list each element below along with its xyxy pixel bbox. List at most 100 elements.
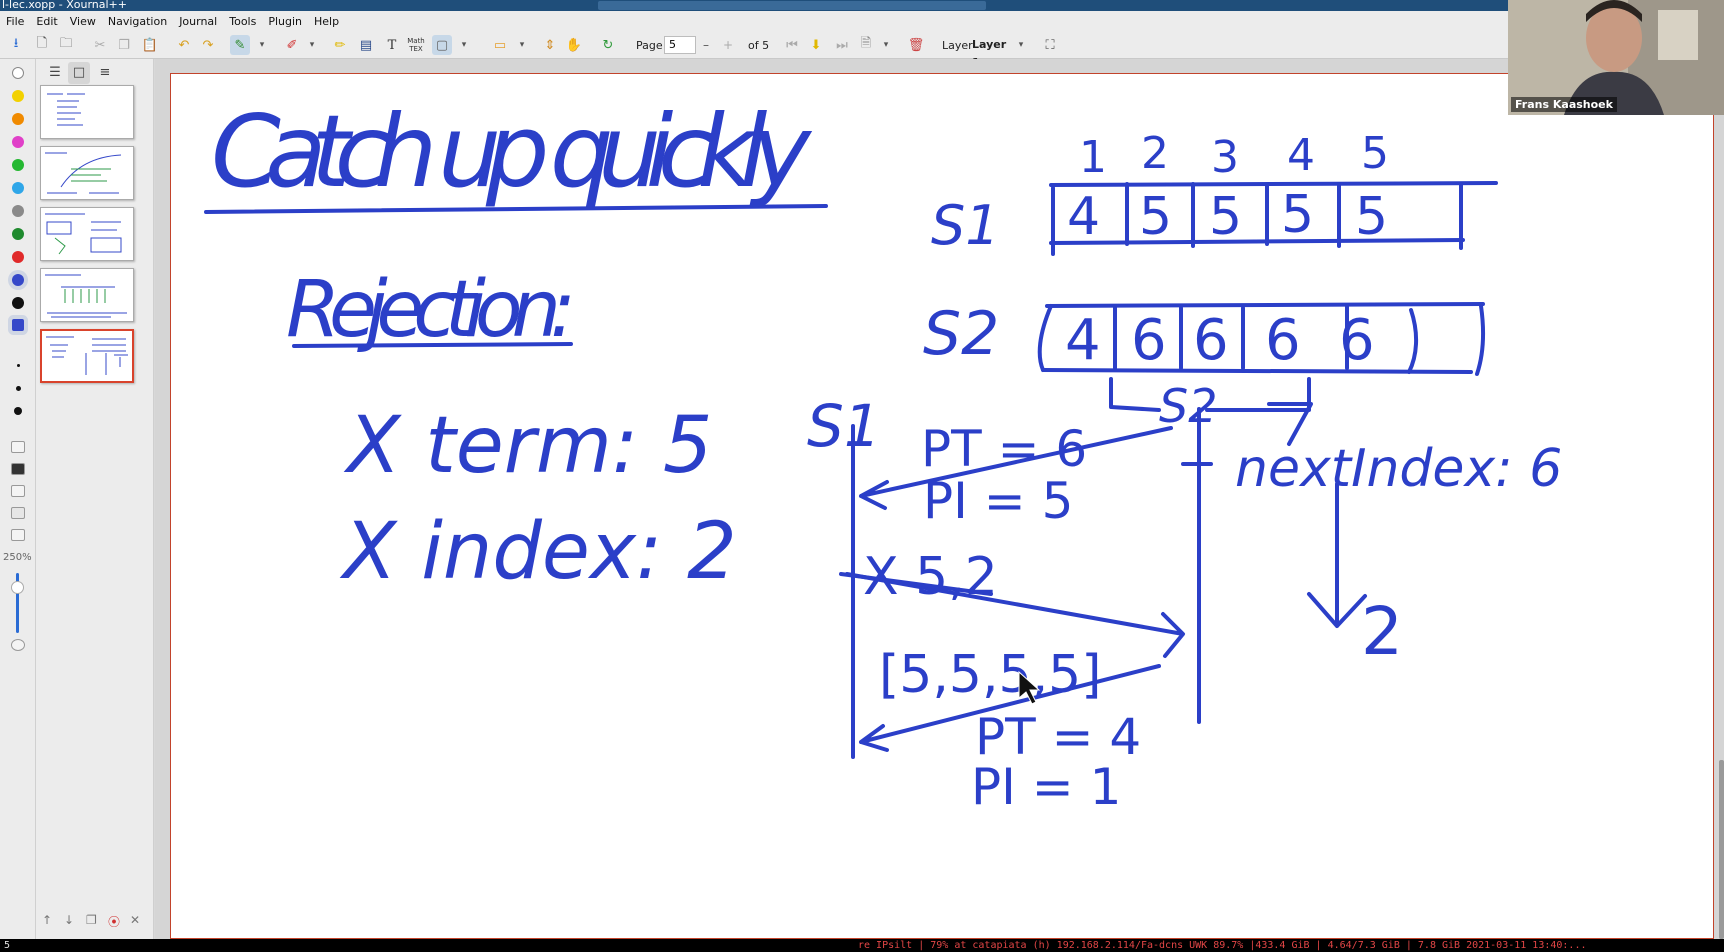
color-white-icon[interactable] [12,67,24,79]
page-decrement-button[interactable]: – [696,36,716,54]
menu-view[interactable]: View [70,15,96,28]
undo-icon[interactable]: ↶ [174,35,194,55]
s2-label: S2 [923,299,999,369]
zoom-fit-icon[interactable] [11,485,25,497]
page-increment-button[interactable]: + [718,36,738,54]
tab-layers-icon[interactable]: ≡ [94,62,116,84]
column-number-1: 1 [1079,132,1107,183]
shape-dropdown-icon[interactable]: ▾ [458,35,470,55]
select-rect-icon[interactable]: ▭ [490,35,510,55]
vertical-scrollbar[interactable] [1719,760,1724,939]
document-canvas[interactable]: Catch up quickly Rejection: X term: 5 X … [155,59,1724,939]
layer-selector[interactable]: Layer 1 [972,36,1006,69]
zoom-slider-knob[interactable] [11,581,24,594]
eraser-icon[interactable]: ✐ [282,35,302,55]
layer-dropdown-icon[interactable]: ▾ [1014,35,1028,55]
s1-entry-5: 5 [1355,187,1388,247]
sidebar-view-tabs: ☰ □ ≡ [42,62,142,86]
menu-plugin[interactable]: Plugin [268,15,302,28]
menu-navigation[interactable]: Navigation [108,15,167,28]
copy-page-icon[interactable]: ❐ [86,913,97,927]
page-thumbnail-2[interactable] [40,146,134,200]
page-sheet[interactable]: Catch up quickly Rejection: X term: 5 X … [170,73,1714,939]
move-page-down-icon[interactable]: ↓ [64,913,74,927]
pen-size-medium-icon[interactable] [16,386,21,391]
zoom-level-label: 250% [3,552,32,563]
new-document-icon[interactable]: 🗋 [32,35,52,55]
page-thumbnail-3[interactable] [40,207,134,261]
insert-page-dropdown-icon[interactable]: ▾ [880,35,892,55]
delete-page-thumb-icon[interactable]: ⦿ [108,913,120,930]
color-yellow-icon[interactable] [12,90,24,102]
page-setup-icon[interactable] [11,441,25,453]
s2-brace-label: S2 [1159,379,1217,433]
status-left: 5 [4,940,11,951]
pen-dropdown-icon[interactable]: ▾ [256,35,268,55]
page-thumbnail-4[interactable] [40,268,134,322]
ink-layer: Catch up quickly Rejection: X term: 5 X … [204,93,1562,816]
zoom-page-icon[interactable] [11,507,25,519]
menu-file[interactable]: File [6,15,24,28]
shape-recognizer-icon[interactable]: ▢ [432,35,452,55]
select-dropdown-icon[interactable]: ▾ [516,35,528,55]
page-thumbnail-1[interactable] [40,85,134,139]
pi-1-label: PI = 1 [971,758,1121,816]
fullscreen-icon[interactable]: ⛶ [1040,35,1060,55]
zoom-reset-icon[interactable] [11,639,25,651]
ink-title: Catch up quickly [211,93,813,210]
status-right: re IPsilt | 79% at catapiata (h) 192.168… [858,940,1587,951]
color-orange-icon[interactable] [12,113,24,125]
menu-help[interactable]: Help [314,15,339,28]
image-tool-icon[interactable]: ▤ [356,35,376,55]
insert-page-icon[interactable]: 🗎 [856,35,876,55]
vertical-space-icon[interactable]: ⇕ [540,35,560,55]
tab-page-preview-icon[interactable]: □ [68,62,90,84]
menu-tools[interactable]: Tools [229,15,256,28]
s1-entry-4: 5 [1281,185,1314,245]
pen-tool-icon[interactable]: ✎ [230,35,250,55]
page-number-input[interactable]: 5 [664,36,696,54]
math-tex-icon[interactable]: Math TEX [406,35,426,55]
s1-bottom-line [1049,238,1465,245]
s2-entry-2: 6 [1131,308,1167,373]
color-black-icon[interactable] [12,297,24,309]
thumbnail-3-sketch [45,213,122,255]
color-light-blue-icon[interactable] [12,182,24,194]
page-thumbnail-5-current[interactable] [40,329,134,383]
refresh-icon[interactable]: ↻ [598,35,618,55]
window-title: l-lec.xopp - Xournal++ [2,0,127,11]
color-dark-green-icon[interactable] [12,228,24,240]
cut-icon[interactable]: ✂ [90,35,110,55]
redo-icon[interactable]: ↷ [198,35,218,55]
close-panel-icon[interactable]: ✕ [130,913,140,927]
color-red-icon[interactable] [12,251,24,263]
pen-size-fine-icon[interactable] [17,364,20,367]
text-tool-icon[interactable]: T [382,35,402,55]
presentation-icon[interactable] [11,463,25,475]
previous-page-icon[interactable]: ⬇ [806,35,826,55]
color-gray-icon[interactable] [12,205,24,217]
color-magenta-icon[interactable] [12,136,24,148]
first-page-icon[interactable]: ⏮ [782,35,802,55]
tab-outline-icon[interactable]: ☰ [44,62,66,84]
color-blue-selected-icon[interactable] [12,274,24,286]
open-file-icon[interactable]: 🗀 [56,35,76,55]
save-icon[interactable]: ⭳ [6,35,26,55]
paste-icon[interactable]: 📋 [140,35,160,55]
color-green-icon[interactable] [12,159,24,171]
page-label: Page [636,39,663,52]
copy-icon[interactable]: ❐ [114,35,134,55]
delete-page-icon[interactable]: 🗑 [906,35,926,55]
move-page-up-icon[interactable]: ↑ [42,913,52,927]
color-fill-square-icon[interactable] [12,319,24,331]
pen-size-thick-icon[interactable] [14,407,22,415]
menu-journal[interactable]: Journal [179,15,217,28]
hand-tool-icon[interactable]: ✋ [564,35,584,55]
highlighter-icon[interactable]: ✏ [330,35,350,55]
eraser-dropdown-icon[interactable]: ▾ [306,35,318,55]
page-total-label: of 5 [748,39,770,52]
next-page-icon[interactable]: ⏭ [832,35,852,55]
menu-edit[interactable]: Edit [36,15,57,28]
ink-rejection: Rejection: [286,265,576,355]
zoom-100-icon[interactable] [11,529,25,541]
